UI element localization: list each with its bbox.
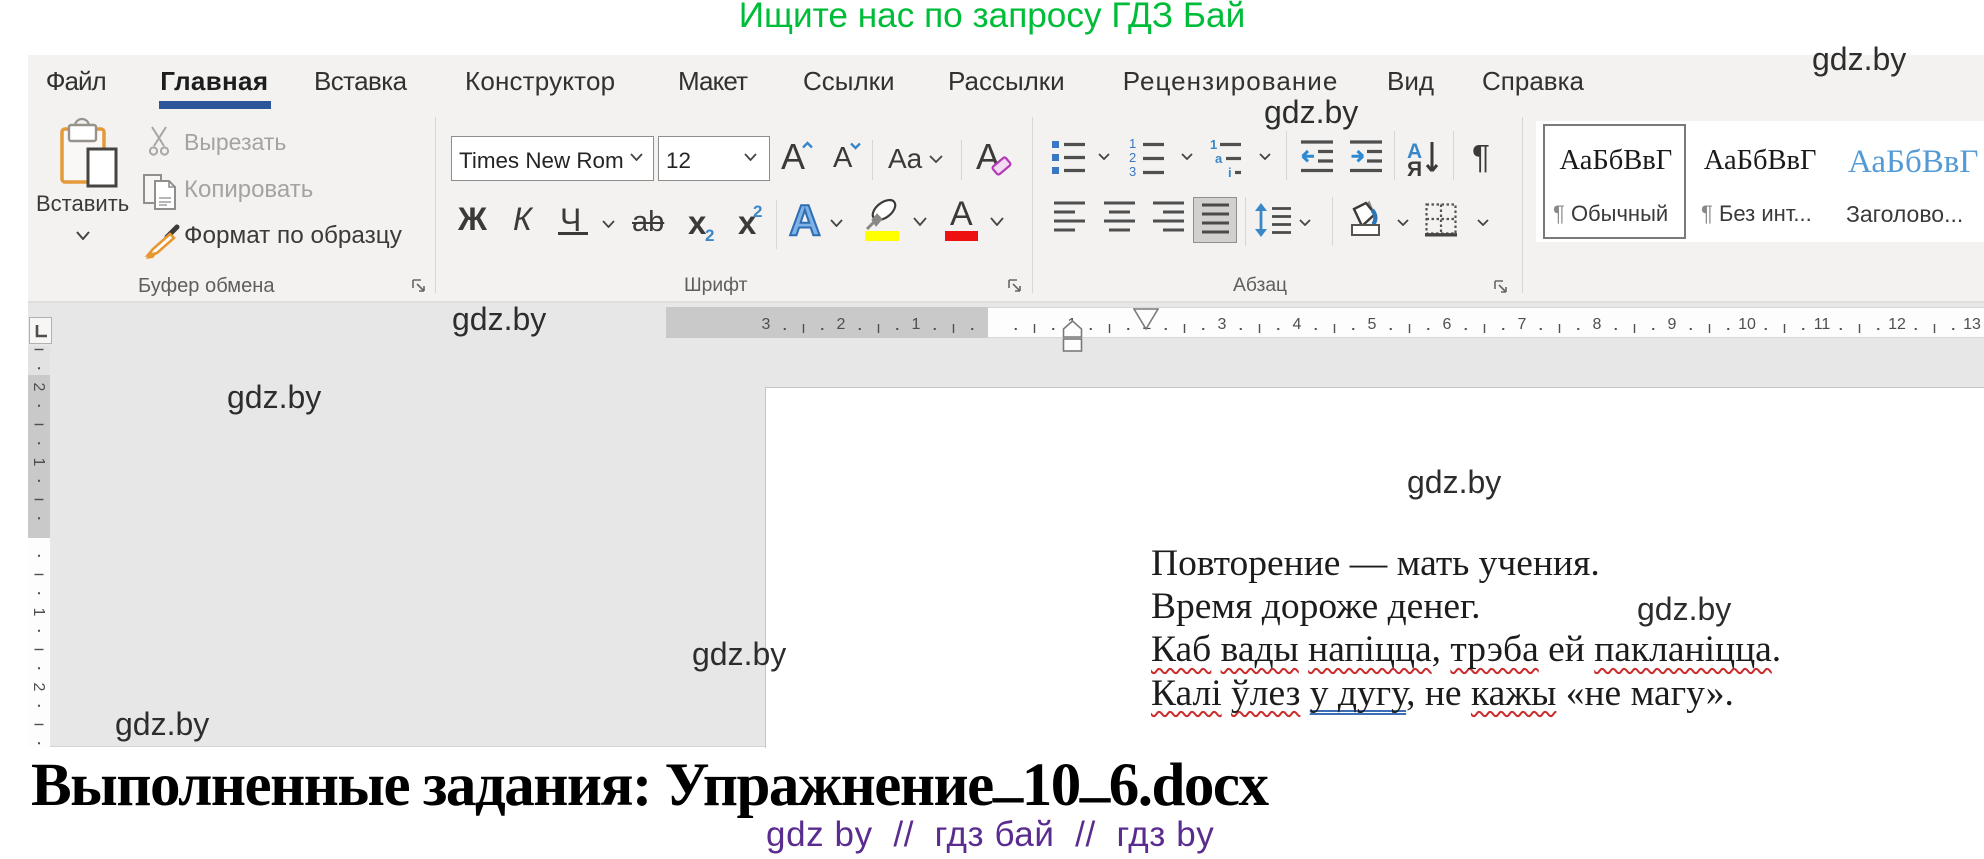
svg-text:Я: Я	[1407, 158, 1422, 179]
svg-text:2: 2	[30, 683, 47, 692]
svg-text:3: 3	[762, 316, 771, 333]
svg-text:1: 1	[30, 458, 47, 467]
svg-text:2: 2	[837, 316, 846, 333]
svg-text:3: 3	[1129, 164, 1136, 177]
svg-text:1: 1	[912, 316, 921, 333]
svg-text:4: 4	[1293, 316, 1302, 333]
svg-text:6: 6	[1443, 316, 1452, 333]
svg-text:і: і	[1228, 165, 1232, 177]
svg-text:9: 9	[1668, 316, 1677, 333]
svg-text:8: 8	[1593, 316, 1602, 333]
svg-text:7: 7	[1518, 316, 1527, 333]
svg-text:1: 1	[30, 608, 47, 617]
svg-text:10: 10	[1738, 316, 1756, 333]
svg-text:2: 2	[30, 383, 47, 392]
svg-text:а: а	[1215, 151, 1223, 166]
svg-text:1: 1	[1129, 137, 1136, 151]
svg-text:11: 11	[1814, 316, 1831, 333]
svg-text:3: 3	[1218, 316, 1227, 333]
svg-text:5: 5	[1368, 316, 1377, 333]
svg-text:2: 2	[1129, 150, 1136, 165]
svg-text:12: 12	[1888, 316, 1906, 333]
svg-text:13: 13	[1963, 316, 1981, 333]
svg-text:1: 1	[1210, 137, 1217, 152]
